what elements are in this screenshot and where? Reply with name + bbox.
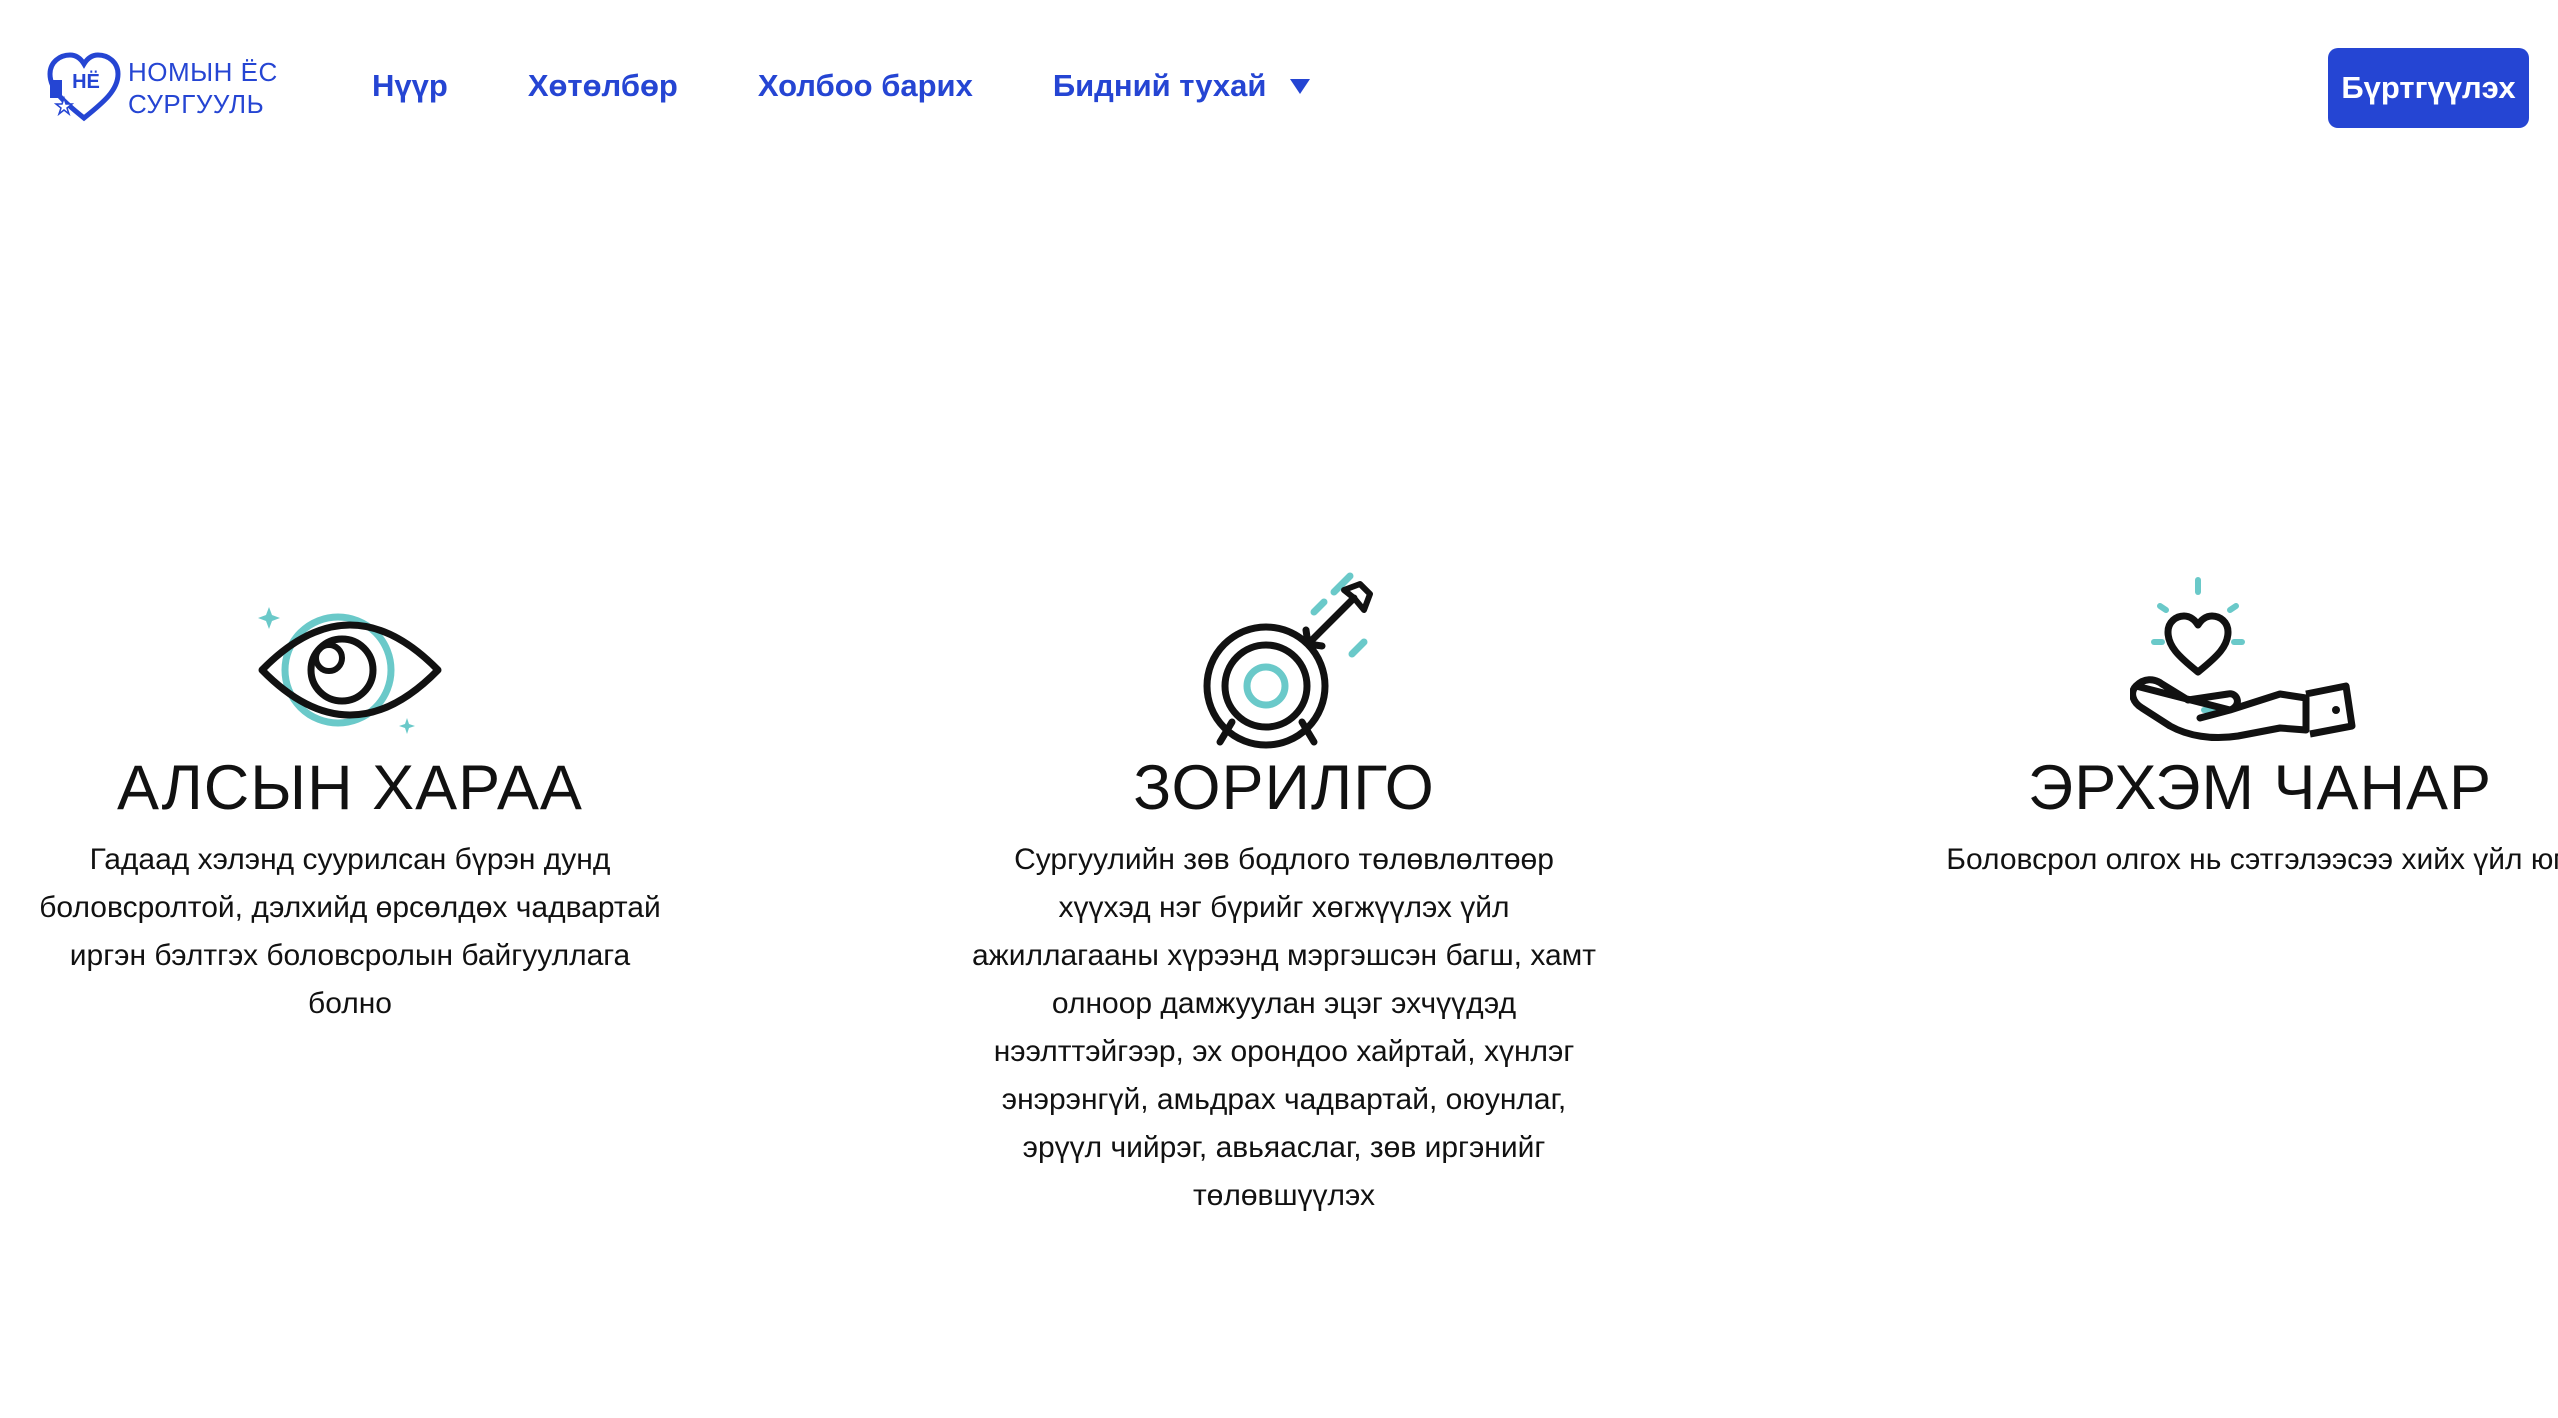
- nav-item-program[interactable]: Хөтөлбөр: [528, 66, 678, 106]
- feature-goal-line: олноор дамжуулан эцэг эхчүүдэд: [1051, 987, 1517, 1020]
- logo-text: НОМЫН ЁС СУРГУУЛЬ: [128, 56, 278, 120]
- header: НЁ НОМЫН ЁС СУРГУУЛЬ Нүүр Хөтөлбөр Холбо…: [0, 0, 2558, 180]
- feature-vision: АЛСЫН ХАРАА Гадаад хэлэнд суурилсан бүрэ…: [0, 570, 700, 1028]
- main-nav: Нүүр Хөтөлбөр Холбоо барих Бидний тухай: [372, 66, 1390, 106]
- feature-vision-line: иргэн бэлтгэх боловсролын байгууллага: [69, 939, 631, 972]
- feature-values: ЭРХЭМ ЧАНАР Боловсрол олгох нь сэтгэлээс…: [1860, 570, 2558, 884]
- logo-mark-text: НЁ: [72, 70, 100, 93]
- logo-heart-icon: НЁ: [47, 52, 121, 122]
- feature-values-title: ЭРХЭМ ЧАНАР: [2027, 753, 2493, 823]
- logo-line-1: НОМЫН ЁС: [128, 57, 278, 87]
- feature-goal-line: Сургуулийн зөв бодлого төлөвлөлтөөр: [1014, 843, 1554, 876]
- caret-down-icon: [1290, 78, 1311, 94]
- feature-vision-line: Гадаад хэлэнд суурилсан бүрэн дунд: [89, 843, 611, 876]
- feature-vision-title: АЛСЫН ХАРАА: [117, 753, 583, 823]
- nav-item-home[interactable]: Нүүр: [372, 66, 448, 106]
- feature-goal-text: Сургуулийн зөв бодлого төлөвлөлтөөр хүүх…: [930, 836, 1638, 1220]
- feature-values-line: Боловсрол олгох нь сэтгэлээсээ хийх үйл …: [1946, 843, 2558, 876]
- feature-goal: ЗОРИЛГО Сургуулийн зөв бодлого төлөвлөлт…: [930, 570, 1638, 1220]
- heart-hand-icon: [2130, 577, 2356, 742]
- nav-item-about[interactable]: Бидний тухай: [1053, 66, 1311, 106]
- nav-home-label: Нүүр: [372, 68, 448, 103]
- feature-goal-line: хүүхэд нэг бүрийг хөгжүүлэх үйл: [1058, 891, 1510, 924]
- feature-goal-line: нээлттэйгээр, эх орондоо хайртай, хүнлэг: [993, 1035, 1575, 1068]
- nav-item-contact[interactable]: Холбоо барих: [758, 66, 973, 106]
- target-icon: [1203, 572, 1373, 749]
- feature-goal-line: төлөвшүүлэх: [1192, 1179, 1376, 1212]
- feature-values-text: Боловсрол олгох нь сэтгэлээсээ хийх үйл …: [1860, 836, 2558, 884]
- feature-goal-line: эрүүл чийрэг, авьяаслаг, зөв иргэнийг: [1022, 1131, 1546, 1164]
- register-button[interactable]: Бүртгүүлэх: [2328, 48, 2529, 128]
- feature-goal-line: ажиллагааны хүрээнд мэргэшсэн багш, хамт: [971, 939, 1597, 972]
- feature-goal-line: энэрэнгүй, амьдрах чадвартай, оюунлаг,: [1001, 1083, 1567, 1116]
- feature-goal-title: ЗОРИЛГО: [1133, 753, 1435, 823]
- nav-program-label: Хөтөлбөр: [527, 68, 678, 103]
- nav-about-label: Бидний тухай: [1052, 68, 1267, 103]
- eye-icon: [258, 607, 442, 734]
- logo-line-2: СУРГУУЛЬ: [128, 89, 265, 119]
- nav-contact-label: Холбоо барих: [757, 68, 973, 103]
- logo-link[interactable]: НЁ НОМЫН ЁС СУРГУУЛЬ: [46, 52, 278, 124]
- feature-vision-line: боловсролтой, дэлхийд өрсөлдөх чадвартай: [39, 891, 661, 924]
- feature-vision-text: Гадаад хэлэнд суурилсан бүрэн дунд болов…: [0, 836, 700, 1028]
- feature-vision-line: болно: [308, 987, 392, 1020]
- page: НЁ НОМЫН ЁС СУРГУУЛЬ Нүүр Хөтөлбөр Холбо…: [0, 0, 2558, 1418]
